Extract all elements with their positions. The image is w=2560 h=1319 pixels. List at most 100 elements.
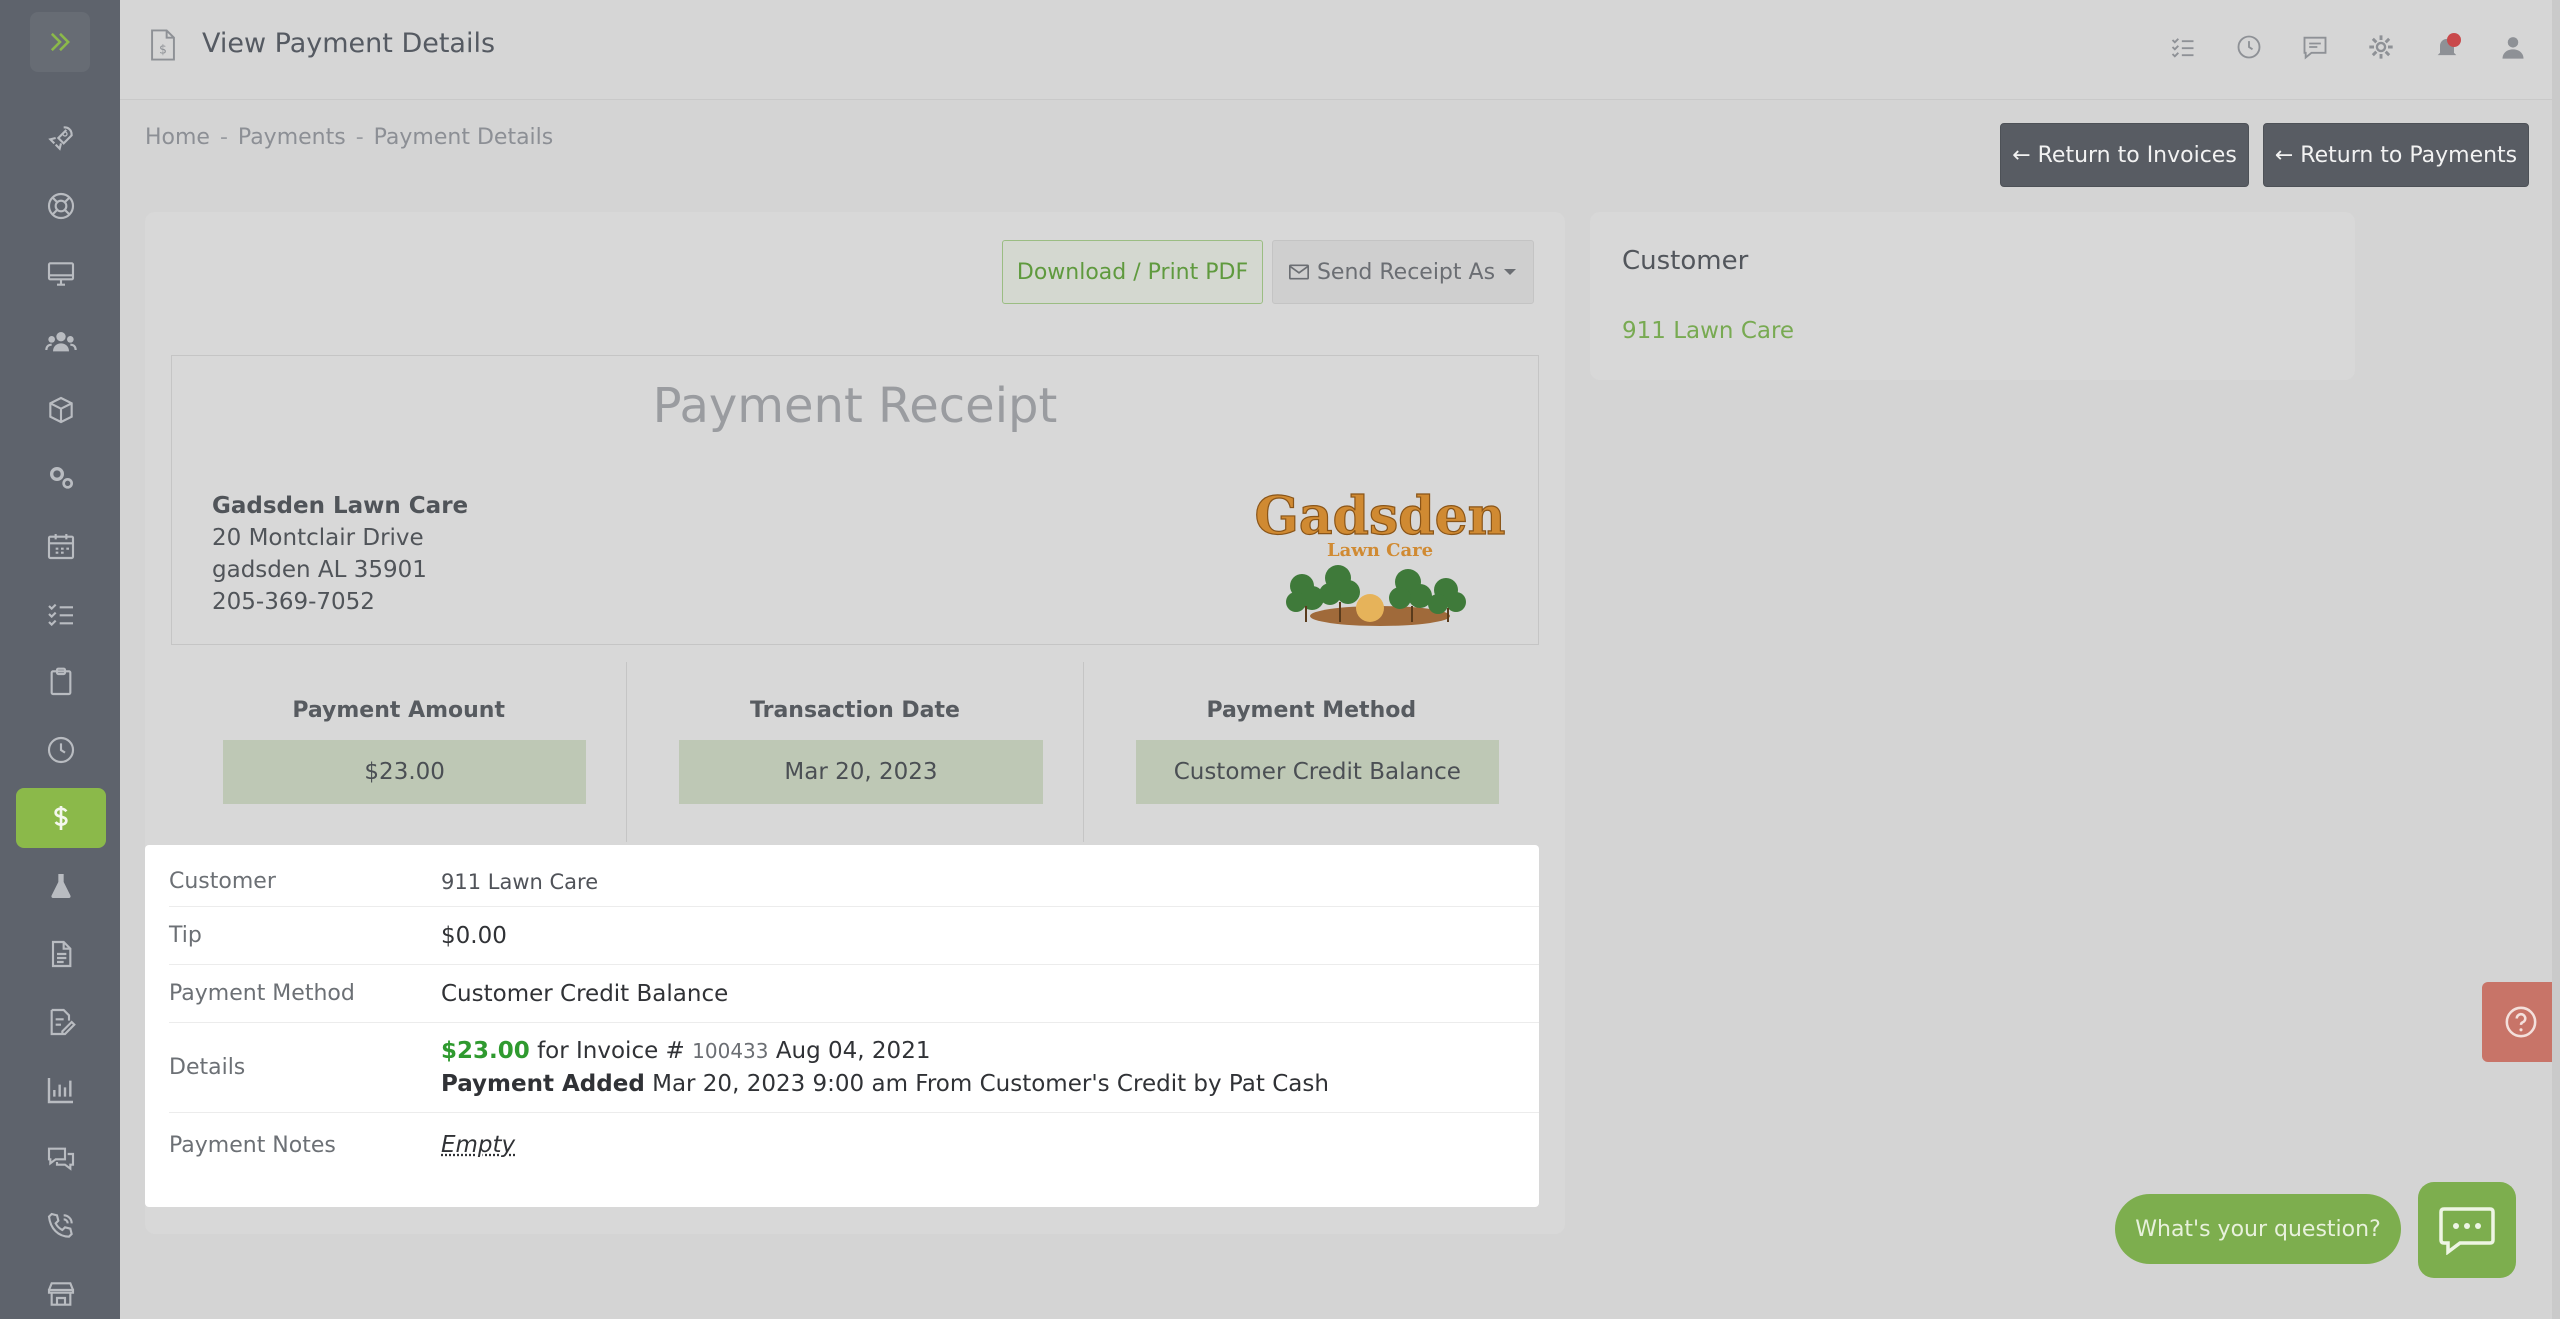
sidebar-item-messages[interactable]: [16, 1128, 106, 1188]
sidebar: [0, 0, 120, 1319]
help-tab[interactable]: [2482, 982, 2560, 1062]
phone-icon: [47, 1212, 73, 1238]
details-row-tip: Tip $0.00: [169, 907, 1539, 965]
user-menu-button[interactable]: [2496, 30, 2530, 64]
details-customer-label: Customer: [169, 869, 276, 894]
company-name: Gadsden Lawn Care: [212, 493, 469, 519]
receipt-title: Payment Receipt: [652, 378, 1058, 434]
comments-icon: [47, 1147, 75, 1171]
customer-card: Customer 911 Lawn Care: [1590, 212, 2355, 380]
sidebar-item-store[interactable]: [16, 1264, 106, 1319]
summary-date: Transaction Date Mar 20, 2023: [627, 662, 1084, 842]
payment-amount-value: $23.00: [223, 740, 587, 804]
sidebar-item-products[interactable]: [16, 380, 106, 440]
return-to-invoices-button[interactable]: ← Return to Invoices: [2000, 123, 2249, 187]
sidebar-item-estimates[interactable]: [16, 992, 106, 1052]
sidebar-item-time[interactable]: [16, 720, 106, 780]
question-circle-icon: [2505, 1006, 2537, 1038]
checklist-icon: [48, 603, 73, 627]
details-method-value: Customer Credit Balance: [441, 980, 729, 1007]
details-tip-value: $0.00: [441, 922, 507, 949]
sidebar-item-dashboard[interactable]: [16, 108, 106, 168]
send-receipt-dropdown[interactable]: Send Receipt As: [1272, 240, 1534, 304]
company-address-line1: 20 Montclair Drive: [212, 525, 424, 551]
company-address-line2: gadsden AL 35901: [212, 557, 427, 583]
monitor-icon: [47, 262, 75, 286]
details-row-customer: Customer 911 Lawn Care: [169, 857, 1539, 907]
cogs-icon: [50, 467, 73, 489]
svg-text:$: $: [159, 43, 167, 57]
payment-details-table: Customer 911 Lawn Care Tip $0.00 Payment…: [145, 845, 1539, 1207]
breadcrumb-payments[interactable]: Payments: [238, 125, 346, 150]
sidebar-item-monitor[interactable]: [16, 244, 106, 304]
payment-method-value: Customer Credit Balance: [1135, 740, 1499, 804]
return-to-payments-button[interactable]: ← Return to Payments: [2263, 123, 2529, 187]
details-row-notes: Payment Notes Empty: [169, 1113, 1539, 1177]
notifications-button[interactable]: [2430, 30, 2464, 64]
box-icon: [49, 396, 73, 424]
sidebar-item-calendar[interactable]: [16, 516, 106, 576]
user-icon: [2502, 37, 2524, 59]
chat-bubble-icon: [2439, 1207, 2495, 1255]
users-icon: [45, 332, 77, 352]
flask-icon: [51, 874, 71, 898]
details-row-details: Details $23.00 for Invoice # 100433 Aug …: [169, 1023, 1539, 1113]
details-payment-added-text: Mar 20, 2023 9:00 am From Customer's Cre…: [652, 1070, 1329, 1097]
customer-link[interactable]: 911 Lawn Care: [1622, 318, 1794, 344]
sidebar-item-tasks[interactable]: [16, 584, 106, 644]
company-logo: Gadsden Lawn Care: [1254, 486, 1506, 626]
details-row-method: Payment Method Customer Credit Balance: [169, 965, 1539, 1023]
messages-button[interactable]: [2298, 30, 2332, 64]
sidebar-item-payments[interactable]: [16, 788, 106, 848]
sidebar-item-reports[interactable]: [16, 1060, 106, 1120]
tasks-button[interactable]: [2166, 30, 2200, 64]
clock-icon: [2237, 35, 2261, 59]
payment-summary: Payment Amount $23.00 Transaction Date M…: [171, 662, 1539, 842]
sidebar-item-customers[interactable]: [16, 312, 106, 372]
logo-text-main: Gadsden: [1255, 486, 1506, 547]
sidebar-item-clipboard[interactable]: [16, 652, 106, 712]
details-invoice-link[interactable]: 100433: [692, 1039, 768, 1063]
sidebar-item-documents[interactable]: [16, 924, 106, 984]
notification-badge: [2447, 33, 2461, 47]
page-title: View Payment Details: [202, 28, 496, 59]
top-header: $ View Payment Details: [120, 0, 2560, 100]
payment-notes-editable[interactable]: Empty: [441, 1132, 515, 1158]
gear-icon: [2369, 35, 2393, 59]
chat-launcher-button[interactable]: [2418, 1182, 2516, 1278]
transaction-date-label: Transaction Date: [750, 698, 960, 723]
clock-icon: [47, 736, 75, 764]
page-scrollbar[interactable]: [2552, 0, 2560, 1319]
chat-icon: [2303, 36, 2327, 60]
sidebar-item-lab[interactable]: [16, 856, 106, 916]
history-button[interactable]: [2232, 30, 2266, 64]
caret-down-icon: [1504, 269, 1517, 275]
invoice-dollar-icon: $: [151, 29, 175, 61]
sidebar-toggle-button[interactable]: [30, 12, 90, 72]
company-info: Gadsden Lawn Care 20 Montclair Drive gad…: [212, 490, 468, 618]
settings-button[interactable]: [2364, 30, 2398, 64]
breadcrumb-home[interactable]: Home: [145, 125, 210, 150]
details-tip-label: Tip: [169, 923, 202, 948]
payment-method-label: Payment Method: [1206, 698, 1417, 723]
logo-text-sub: Lawn Care: [1327, 540, 1433, 561]
dollar-icon: [54, 806, 68, 830]
receipt-header: Payment Receipt Gadsden Lawn Care 20 Mon…: [171, 355, 1539, 645]
chat-prompt-bubble[interactable]: What's your question?: [2115, 1194, 2401, 1264]
sidebar-item-settings[interactable]: [16, 448, 106, 508]
rocket-icon: [48, 126, 73, 151]
summary-method: Payment Method Customer Credit Balance: [1084, 662, 1539, 842]
clipboard-icon: [50, 667, 72, 696]
sidebar-item-calls[interactable]: [16, 1196, 106, 1256]
details-customer-value[interactable]: 911 Lawn Care: [441, 870, 598, 894]
breadcrumb-separator: -: [219, 125, 228, 150]
payment-amount-label: Payment Amount: [292, 698, 505, 723]
file-icon: [51, 940, 72, 968]
sidebar-item-support[interactable]: [16, 176, 106, 236]
send-receipt-label: Send Receipt As: [1316, 259, 1496, 285]
double-chevron-right-icon: [50, 32, 70, 52]
transaction-date-value: Mar 20, 2023: [679, 740, 1043, 804]
details-details-label: Details: [169, 1055, 246, 1080]
calendar-icon: [47, 534, 75, 560]
download-pdf-button[interactable]: Download / Print PDF: [1002, 240, 1263, 304]
